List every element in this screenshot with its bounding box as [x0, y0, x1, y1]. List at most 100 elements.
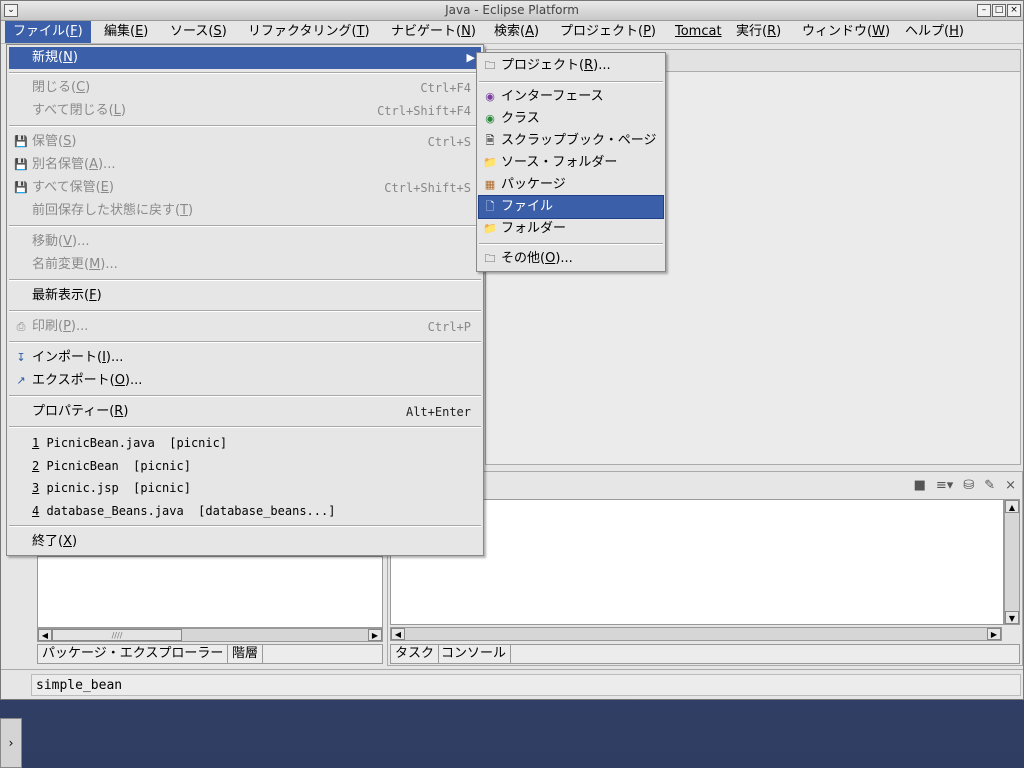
- scroll-right-icon[interactable]: ▶: [368, 629, 382, 641]
- scroll-left-icon[interactable]: ◀: [38, 629, 52, 641]
- submenu-item-project[interactable]: 🗀 プロジェクト(R)...: [479, 55, 663, 77]
- menu-separator: [9, 72, 481, 74]
- menu-item-revert[interactable]: 前回保存した状態に戻す(T): [9, 200, 481, 222]
- window-title: Java - Eclipse Platform: [445, 3, 579, 17]
- menu-item-save-as[interactable]: 💾 別名保管(A)...: [9, 154, 481, 176]
- scroll-down-icon[interactable]: ▼: [1005, 611, 1019, 624]
- scroll-left-icon[interactable]: ◀: [391, 628, 405, 640]
- menu-separator: [9, 225, 481, 227]
- tab-hierarchy[interactable]: 階層: [228, 645, 264, 663]
- terminate-icon[interactable]: ■: [914, 478, 926, 493]
- submenu-arrow-icon: ▶: [466, 51, 475, 64]
- menu-window[interactable]: ウィンドウ(W): [794, 21, 898, 43]
- recent-file-item[interactable]: 4 database_Beans.java [database_beans...…: [9, 500, 481, 522]
- status-text: simple_bean: [31, 674, 1021, 696]
- tab-console[interactable]: コンソール: [437, 645, 512, 663]
- menu-refactoring[interactable]: リファクタリング(T): [240, 21, 378, 43]
- interface-icon: ◉: [485, 90, 495, 103]
- menu-separator: [9, 279, 481, 281]
- menu-separator: [9, 426, 481, 428]
- menu-item-import[interactable]: ↧ インポート(I)...: [9, 347, 481, 369]
- menu-item-export[interactable]: ↗ エクスポート(O)...: [9, 370, 481, 392]
- maximize-icon[interactable]: □: [992, 4, 1006, 17]
- menu-item-refresh[interactable]: 最新表示(F): [9, 285, 481, 307]
- printer-icon: ⎙: [16, 320, 26, 333]
- package-icon: ▦: [484, 178, 496, 191]
- menu-separator: [9, 310, 481, 312]
- menu-separator: [479, 81, 663, 83]
- right-view-tabs: タスク コンソール: [390, 644, 1020, 664]
- left-view-tabs: パッケージ・エクスプローラー 階層: [37, 644, 383, 664]
- menu-help[interactable]: ヘルプ(H): [897, 21, 972, 43]
- console-toolbar: ■ ≡▾ ⛁ ✎ ×: [914, 474, 1016, 496]
- minimize-icon[interactable]: –: [977, 4, 991, 17]
- save-as-icon: 💾: [14, 158, 28, 171]
- close-view-icon[interactable]: ×: [1005, 478, 1016, 493]
- menu-item-new[interactable]: 新規(N) ▶: [9, 47, 481, 69]
- export-icon: ↗: [16, 374, 26, 387]
- new-project-icon: 🗀: [484, 59, 496, 72]
- close-icon[interactable]: ×: [1007, 4, 1021, 17]
- new-other-icon: 🗀: [484, 252, 496, 265]
- submenu-item-file[interactable]: 🗋 ファイル: [478, 195, 664, 219]
- scroll-right-icon[interactable]: ▶: [987, 628, 1001, 640]
- package-explorer-hscrollbar[interactable]: ◀ //// ▶: [37, 628, 383, 642]
- status-bar: simple_bean: [1, 669, 1023, 699]
- submenu-item-other[interactable]: 🗀 その他(O)...: [479, 248, 663, 270]
- scroll-lock-icon[interactable]: ⛁: [963, 478, 974, 493]
- submenu-item-scrapbook[interactable]: 🗎 スクラップブック・ページ: [479, 130, 663, 152]
- submenu-item-source-folder[interactable]: 📁 ソース・フォルダー: [479, 152, 663, 174]
- class-icon: ◉: [485, 112, 495, 125]
- file-menu: 新規(N) ▶ 閉じる(C) Ctrl+F4 すべて閉じる(L) Ctrl+Sh…: [6, 44, 484, 556]
- display-selected-console-icon[interactable]: ≡▾: [936, 478, 953, 493]
- menu-navigate[interactable]: ナビゲート(N): [383, 21, 484, 43]
- menu-project[interactable]: プロジェクト(P): [552, 21, 664, 43]
- menu-file[interactable]: ファイル(F): [5, 21, 91, 43]
- title-bar[interactable]: ⌄ Java - Eclipse Platform – □ ×: [1, 1, 1023, 21]
- recent-file-item[interactable]: 1 PicnicBean.java [picnic]: [9, 432, 481, 454]
- submenu-item-folder[interactable]: 📁 フォルダー: [479, 218, 663, 240]
- menu-item-properties[interactable]: プロパティー(R) Alt+Enter: [9, 401, 481, 423]
- menu-item-rename[interactable]: 名前変更(M)...: [9, 254, 481, 276]
- scrapbook-page-icon: 🗎: [485, 134, 495, 147]
- save-icon: 💾: [14, 135, 28, 148]
- submenu-item-package[interactable]: ▦ パッケージ: [479, 174, 663, 196]
- import-icon: ↧: [16, 351, 26, 364]
- scroll-up-icon[interactable]: ▲: [1005, 500, 1019, 513]
- menu-item-save-all[interactable]: 💾 すべて保管(E) Ctrl+Shift+S: [9, 177, 481, 199]
- menu-item-print[interactable]: ⎙ 印刷(P)... Ctrl+P: [9, 316, 481, 338]
- tab-tasks[interactable]: タスク: [391, 645, 440, 663]
- recent-file-item[interactable]: 2 PicnicBean [picnic]: [9, 455, 481, 477]
- menu-separator: [479, 243, 663, 245]
- console-vscrollbar[interactable]: ▲ ▼: [1004, 499, 1020, 625]
- menu-bar: ファイル(F) 編集(E) ソース(S) リファクタリング(T) ナビゲート(N…: [1, 21, 1023, 44]
- menu-item-exit[interactable]: 終了(X): [9, 531, 481, 553]
- submenu-item-class[interactable]: ◉ クラス: [479, 108, 663, 130]
- menu-separator: [9, 125, 481, 127]
- menu-source[interactable]: ソース(S): [162, 21, 235, 43]
- new-submenu: 🗀 プロジェクト(R)... ◉ インターフェース ◉ クラス 🗎 スクラップブ…: [476, 52, 666, 272]
- menu-separator: [9, 341, 481, 343]
- file-icon: 🗋: [485, 200, 495, 213]
- menu-item-save[interactable]: 💾 保管(S) Ctrl+S: [9, 131, 481, 153]
- console-hscrollbar[interactable]: ◀ ▶: [390, 627, 1002, 641]
- panel-expand-arrow-icon[interactable]: ›: [0, 718, 22, 768]
- clear-console-icon[interactable]: ✎: [984, 478, 995, 493]
- menu-item-move[interactable]: 移動(V)...: [9, 231, 481, 253]
- folder-icon: 📁: [483, 222, 497, 235]
- package-explorer-tree[interactable]: [37, 556, 383, 628]
- package-explorer-view: ◀ //// ▶ パッケージ・エクスプローラー 階層: [35, 556, 385, 666]
- menu-edit[interactable]: 編集(E): [96, 21, 156, 43]
- menu-separator: [9, 525, 481, 527]
- menu-item-close[interactable]: 閉じる(C) Ctrl+F4: [9, 77, 481, 99]
- save-all-icon: 💾: [14, 181, 28, 194]
- tab-package-explorer[interactable]: パッケージ・エクスプローラー: [38, 645, 229, 663]
- menu-item-close-all[interactable]: すべて閉じる(L) Ctrl+Shift+F4: [9, 100, 481, 122]
- menu-tomcat[interactable]: Tomcat: [667, 21, 730, 43]
- scroll-thumb[interactable]: ////: [52, 629, 182, 641]
- submenu-item-interface[interactable]: ◉ インターフェース: [479, 86, 663, 108]
- recent-file-item[interactable]: 3 picnic.jsp [picnic]: [9, 477, 481, 499]
- menu-separator: [9, 395, 481, 397]
- menu-search[interactable]: 検索(A): [486, 21, 547, 43]
- menu-run[interactable]: 実行(R): [728, 21, 789, 43]
